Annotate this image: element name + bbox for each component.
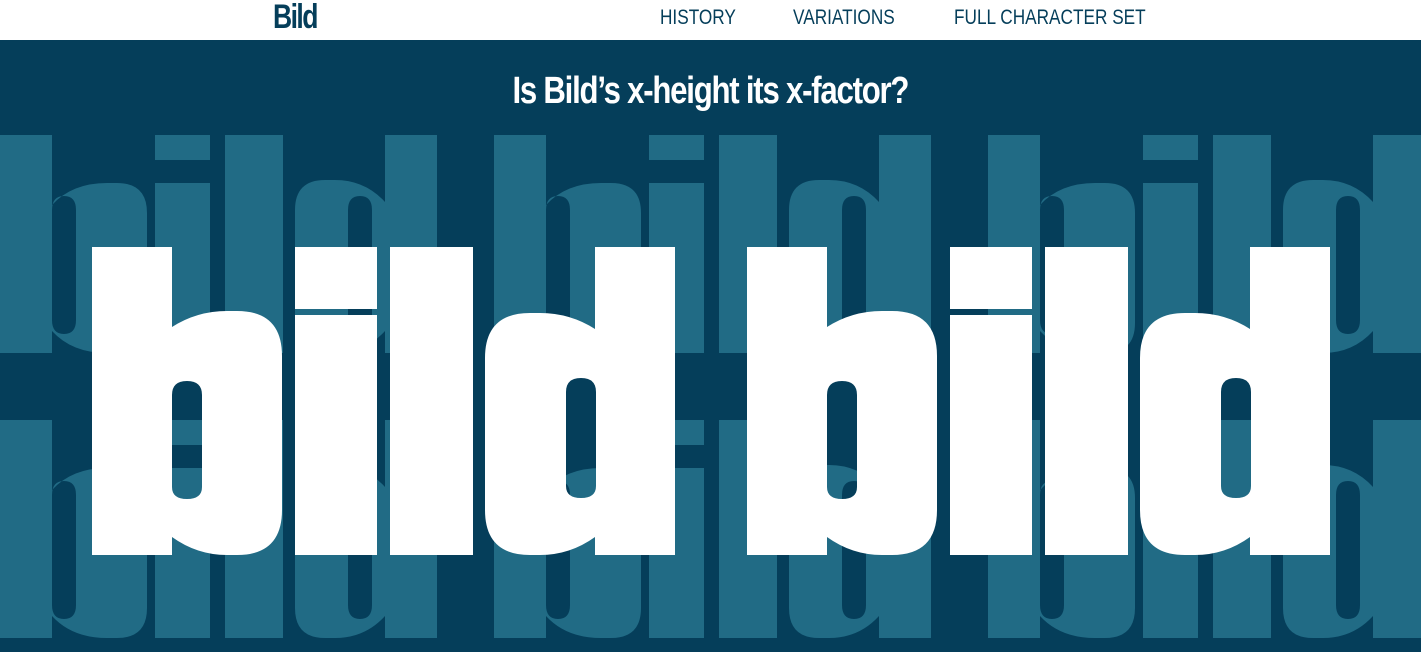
hero-headline: Is Bild’s x-height its x-factor? [512,70,910,112]
nav-link-history[interactable]: HISTORY [660,6,736,30]
hero-section: Is Bild’s x-height its x-factor? [0,40,1421,652]
hero-wordmark-art [0,135,1421,638]
nav-link-full-character-set[interactable]: FULL CHARACTER SET [954,6,1146,30]
site-header: Bild HISTORY VARIATIONS FULL CHARACTER S… [0,0,1421,40]
site-logo[interactable]: Bild [273,0,318,37]
nav-link-variations[interactable]: VARIATIONS [793,6,895,30]
